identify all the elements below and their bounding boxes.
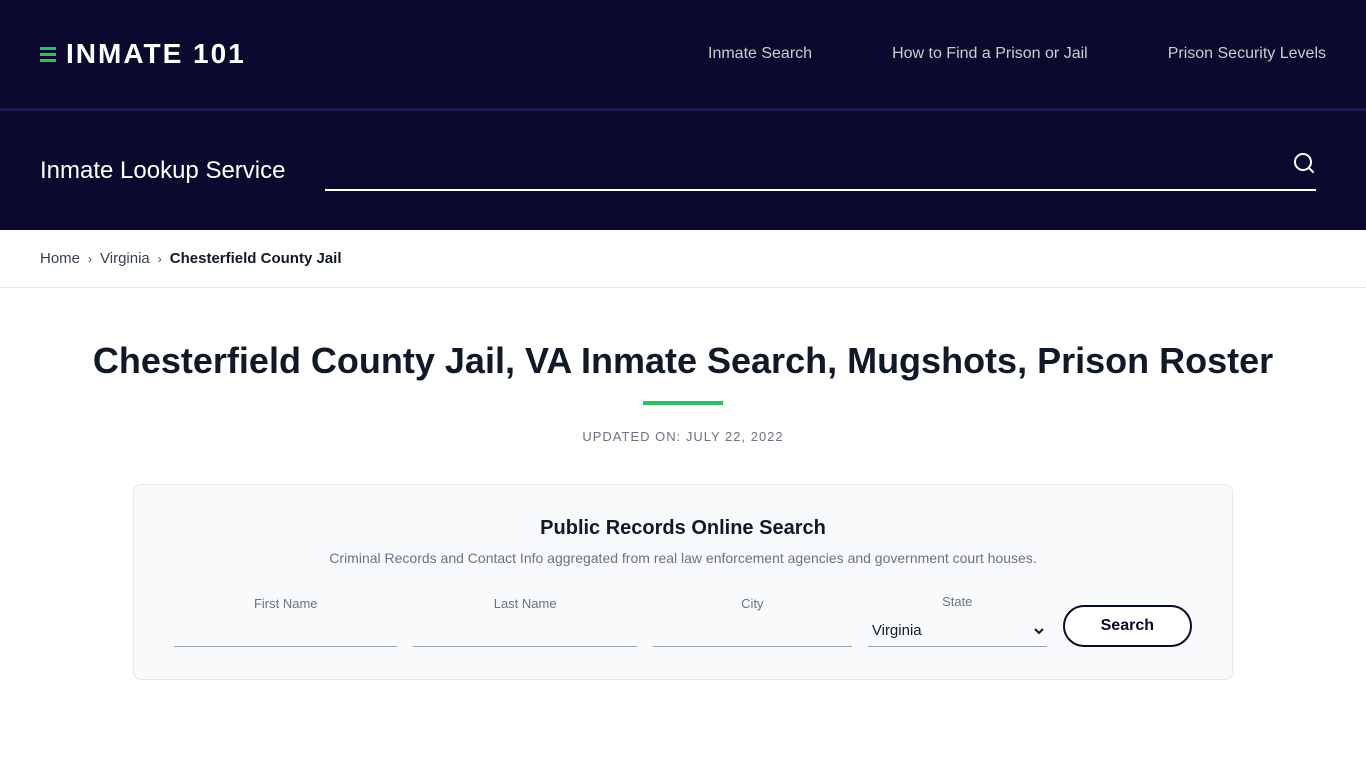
state-label: State (868, 594, 1047, 609)
search-icon (1292, 151, 1316, 175)
breadcrumb: Home › Virginia › Chesterfield County Ja… (40, 250, 1326, 267)
search-input[interactable] (325, 155, 1292, 176)
updated-date: UPDATED ON: JULY 22, 2022 (40, 429, 1326, 444)
main-content: Chesterfield County Jail, VA Inmate Sear… (0, 288, 1366, 720)
breadcrumb-sep-1: › (88, 252, 92, 266)
last-name-label: Last Name (413, 596, 636, 611)
breadcrumb-current: Chesterfield County Jail (170, 250, 342, 267)
logo-text: INMATE 101 (66, 38, 246, 70)
search-button[interactable]: Search (1063, 605, 1192, 647)
public-records-description: Criminal Records and Contact Info aggreg… (174, 550, 1192, 566)
title-underline (643, 401, 723, 405)
logo[interactable]: INMATE 101 (40, 38, 246, 70)
city-group: City (653, 596, 852, 647)
breadcrumb-section: Home › Virginia › Chesterfield County Ja… (0, 230, 1366, 288)
breadcrumb-home[interactable]: Home (40, 250, 80, 267)
first-name-group: First Name (174, 596, 397, 647)
nav-links: Inmate Search How to Find a Prison or Ja… (708, 45, 1326, 63)
search-input-wrapper (325, 151, 1316, 191)
public-records-box: Public Records Online Search Criminal Re… (133, 484, 1233, 680)
breadcrumb-state[interactable]: Virginia (100, 250, 150, 267)
search-form: First Name Last Name City State Virginia… (174, 594, 1192, 647)
search-icon-button[interactable] (1292, 151, 1316, 181)
breadcrumb-sep-2: › (158, 252, 162, 266)
page-title: Chesterfield County Jail, VA Inmate Sear… (40, 338, 1326, 385)
top-navigation: INMATE 101 Inmate Search How to Find a P… (0, 0, 1366, 110)
state-group: State Virginia Alabama Alaska Arizona Ar… (868, 594, 1047, 647)
search-section: Inmate Lookup Service (0, 110, 1366, 230)
city-input[interactable] (653, 617, 852, 647)
public-records-title: Public Records Online Search (174, 517, 1192, 540)
first-name-label: First Name (174, 596, 397, 611)
last-name-group: Last Name (413, 596, 636, 647)
logo-bars-icon (40, 47, 56, 62)
nav-inmate-search[interactable]: Inmate Search (708, 45, 812, 63)
search-section-title: Inmate Lookup Service (40, 157, 285, 185)
first-name-input[interactable] (174, 617, 397, 647)
state-select[interactable]: Virginia Alabama Alaska Arizona Arkansas… (868, 615, 1047, 647)
last-name-input[interactable] (413, 617, 636, 647)
city-label: City (653, 596, 852, 611)
nav-security-levels[interactable]: Prison Security Levels (1168, 45, 1326, 63)
nav-find-prison[interactable]: How to Find a Prison or Jail (892, 45, 1088, 63)
